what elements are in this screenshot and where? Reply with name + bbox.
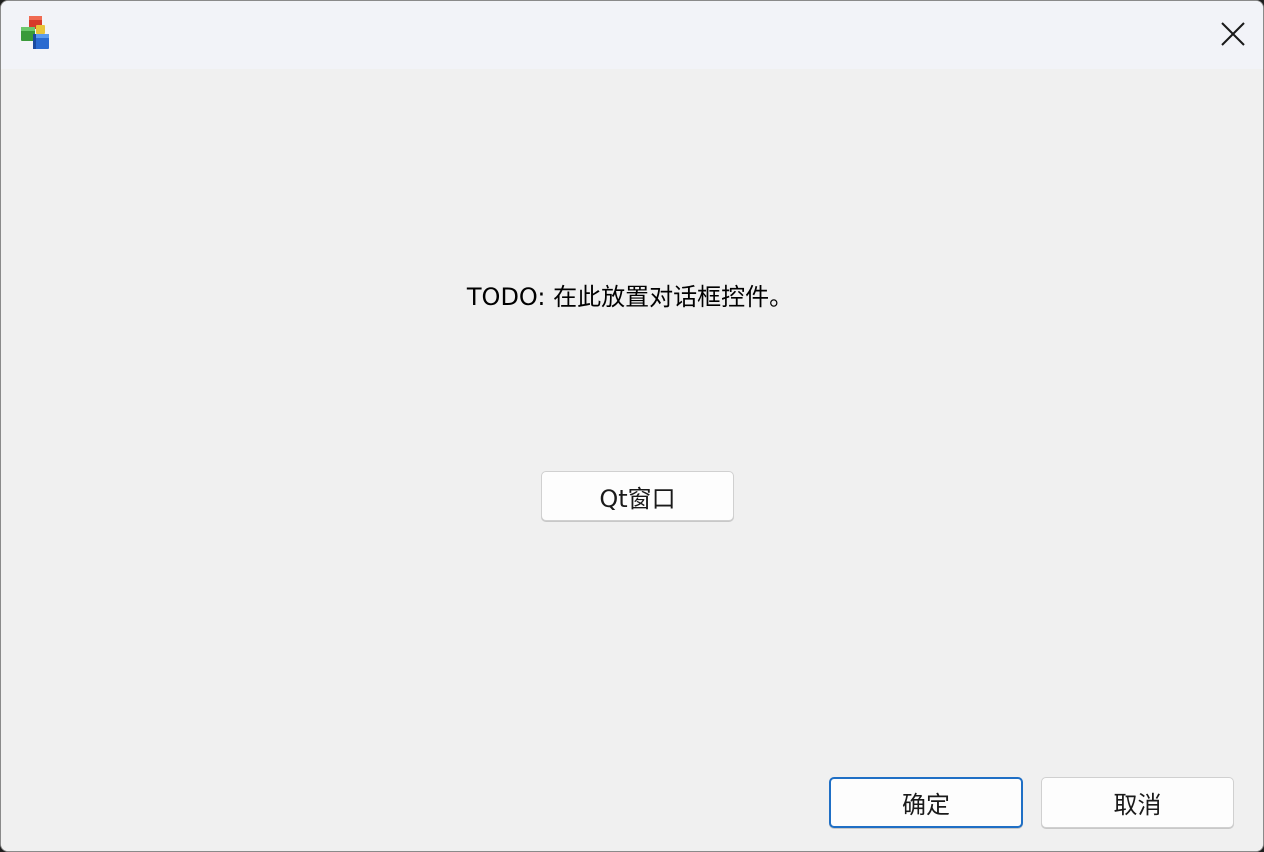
dialog-client-area: TODO: 在此放置对话框控件。 Qt窗口 确定 取消: [1, 69, 1263, 851]
close-icon: [1221, 22, 1245, 46]
qt-window-button[interactable]: Qt窗口: [541, 471, 734, 521]
cancel-button[interactable]: 取消: [1041, 777, 1234, 828]
dialog-window: TODO: 在此放置对话框控件。 Qt窗口 确定 取消: [0, 0, 1264, 852]
ok-button[interactable]: 确定: [829, 777, 1023, 828]
mfc-app-icon: [21, 16, 49, 49]
title-bar[interactable]: [1, 1, 1263, 69]
close-button[interactable]: [1203, 1, 1263, 67]
todo-static-text: TODO: 在此放置对话框控件。: [466, 283, 794, 311]
